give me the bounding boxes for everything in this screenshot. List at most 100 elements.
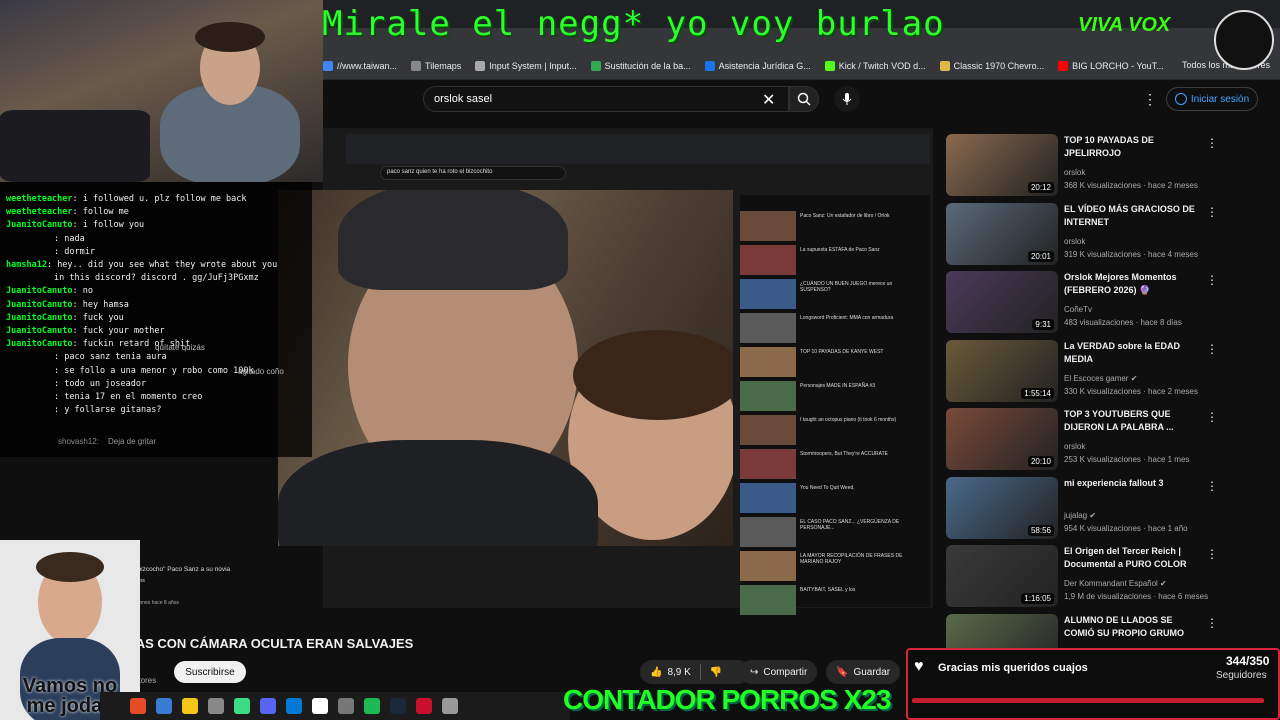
- recommendation-channel[interactable]: Der Kommandant Español ✔: [1064, 579, 1167, 588]
- settings-menu-icon[interactable]: ⋮: [1143, 91, 1157, 108]
- taskbar-app-icon[interactable]: [182, 698, 198, 714]
- channel-logo-icon: [1214, 10, 1274, 70]
- recommendation-thumbnail[interactable]: 20:10: [946, 408, 1058, 470]
- recommendation-title[interactable]: La VERDAD sobre la EDAD MEDIA: [1064, 340, 1204, 366]
- subscribe-button[interactable]: Suscribirse: [174, 661, 246, 683]
- recommendation-item[interactable]: 20:10 TOP 3 YOUTUBERS QUE DIJERON LA PALA…: [946, 408, 1280, 472]
- clear-search-icon[interactable]: ✕: [762, 90, 775, 110]
- recommendation-thumbnail[interactable]: 1:55:14: [946, 339, 1058, 402]
- recommendation-channel[interactable]: orslok: [1064, 442, 1085, 451]
- taskbar-app-icon[interactable]: [130, 698, 146, 714]
- recommendation-item[interactable]: 20:12 TOP 10 PAYADAS DE JPELIRROJO orslok 3…: [946, 134, 1280, 198]
- bookmark-item[interactable]: //www.taiwan...: [323, 60, 397, 71]
- taskbar-app-icon[interactable]: [312, 698, 328, 714]
- bookmark-item[interactable]: Classic 1970 Chevro...: [939, 60, 1044, 71]
- like-dislike-group[interactable]: 👍 8,9 K 👎: [640, 660, 750, 684]
- taskbar-app-icon[interactable]: [416, 698, 432, 714]
- chat-text: : dormir: [54, 246, 95, 257]
- recommendation-title[interactable]: ALUMNO DE LLADOS SE COMIÓ SU PROPIO GRUM…: [1064, 614, 1204, 640]
- recommendation-item[interactable]: 1:16:05 El Origen del Tercer Reich | Docu…: [946, 545, 1280, 609]
- embedded-rec-item: Personajes MADE IN ESPAÑA #3: [740, 381, 930, 411]
- recommendation-item[interactable]: 58:56 mi experiencia fallout 3 jujalag ✔ 95…: [946, 476, 1280, 541]
- bookmark-item[interactable]: Kick / Twitch VOD d...: [824, 60, 926, 71]
- recommendation-thumbnail[interactable]: 58:56: [946, 476, 1058, 539]
- recommendation-thumbnail[interactable]: 20:01: [946, 202, 1058, 265]
- recommendation-channel[interactable]: orslok: [1064, 237, 1085, 246]
- recommendation-title[interactable]: TOP 10 PAYADAS DE JPELIRROJO: [1064, 134, 1204, 160]
- recommendation-item[interactable]: 1:55:14 La VERDAD sobre la EDAD MEDIA El E…: [946, 339, 1280, 404]
- embedded-browser-tabs: [346, 134, 930, 164]
- more-options-icon[interactable]: ⋮: [1206, 547, 1218, 561]
- thumbs-up-icon[interactable]: 👍: [650, 667, 662, 678]
- embedded-rec-title: EL CASO PACO SANZ... ¿VERGÜENZA DE PERSO…: [800, 519, 900, 531]
- taskbar-app-icon[interactable]: [390, 698, 406, 714]
- chat-username: JuanitoCanuto: [6, 286, 73, 297]
- more-options-icon[interactable]: ⋮: [1206, 616, 1218, 630]
- recommendation-channel[interactable]: jujalag ✔: [1064, 511, 1096, 520]
- recommendation-channel[interactable]: CoñeTv: [1064, 305, 1092, 314]
- chat-text: : nada: [54, 233, 85, 244]
- recommendation-item[interactable]: 9:31 Orslok Mejores Momentos (FEBRERO 202…: [946, 271, 1280, 335]
- goal-label: Gracias mis queridos cuajos: [938, 662, 1088, 674]
- save-label: Guardar: [853, 666, 891, 678]
- chat-text: : fuck you: [72, 312, 124, 323]
- share-button[interactable]: ↪ Compartir: [740, 660, 818, 684]
- recommendation-thumbnail[interactable]: 1:16:05: [946, 545, 1058, 607]
- recommendation-channel[interactable]: orslok: [1064, 168, 1085, 177]
- bookmark-item[interactable]: Sustitución de la ba...: [590, 60, 691, 71]
- chat-username: JuanitoCanuto: [6, 220, 73, 231]
- thumbs-down-icon[interactable]: 👎: [710, 667, 722, 678]
- bookmark-item[interactable]: Input System | Input...: [475, 60, 577, 71]
- recommendation-thumbnail[interactable]: 9:31: [946, 271, 1058, 333]
- recommendation-thumbnail[interactable]: 20:12: [946, 134, 1058, 196]
- taskbar-app-icon[interactable]: [442, 698, 458, 714]
- search-input[interactable]: orslok sasel: [423, 86, 789, 112]
- bookmark-item[interactable]: BIG LORCHO - YouT...: [1058, 60, 1164, 71]
- save-button[interactable]: 🔖 Guardar: [826, 660, 901, 684]
- recommendation-title[interactable]: EL VÍDEO MÁS GRACIOSO DE INTERNET: [1064, 203, 1204, 229]
- recommendation-item[interactable]: 20:01 EL VÍDEO MÁS GRACIOSO DE INTERNET or…: [946, 202, 1280, 267]
- taskbar-app-icon[interactable]: [156, 698, 172, 714]
- embedded-recommendations: Paco Sanz: Un estafador de libro / Orlok…: [740, 195, 930, 615]
- recommendation-title[interactable]: Orslok Mejores Momentos (FEBRERO 2026) 🔮: [1064, 271, 1204, 297]
- voice-search-button[interactable]: [834, 86, 860, 112]
- recommendation-meta: 368 K visualizaciones · hace 2 meses: [1064, 181, 1198, 190]
- video-duration: 1:55:14: [1021, 387, 1054, 399]
- embedded-rec-item: I taught an octopus piano (it took 6 mon…: [740, 415, 930, 445]
- recommendation-title[interactable]: mi experiencia fallout 3: [1064, 477, 1204, 490]
- more-options-icon[interactable]: ⋮: [1206, 273, 1218, 287]
- more-options-icon[interactable]: ⋮: [1206, 479, 1218, 493]
- bookmark-item[interactable]: Asistencia Jurídica G...: [704, 60, 811, 71]
- taskbar: [100, 692, 570, 720]
- more-options-icon[interactable]: ⋮: [1206, 136, 1218, 150]
- more-options-icon[interactable]: ⋮: [1206, 410, 1218, 424]
- embedded-rec-item: Longsword Proficient: MMA con armadura: [740, 313, 930, 343]
- taskbar-app-icon[interactable]: [286, 698, 302, 714]
- taskbar-app-icon[interactable]: [234, 698, 250, 714]
- like-count: 8,9 K: [667, 666, 691, 678]
- recommendation-title[interactable]: El Origen del Tercer Reich | Documental …: [1064, 545, 1204, 571]
- recommendation-channel[interactable]: El Escoces gamer ✔: [1064, 374, 1137, 383]
- chat-message: weetheteacher: follow me: [6, 207, 129, 217]
- chat-text: : fuck your mother: [72, 326, 165, 336]
- taskbar-app-icon[interactable]: [364, 698, 380, 714]
- bookmark-item[interactable]: Tilemaps: [411, 60, 461, 71]
- video-frame[interactable]: actualiday: [278, 190, 733, 546]
- recommendation-title[interactable]: TOP 3 YOUTUBERS QUE DIJERON LA PALABRA .…: [1064, 408, 1204, 434]
- embedded-rec-title: Longsword Proficient: MMA con armadura: [800, 315, 894, 321]
- taskbar-app-icon[interactable]: [338, 698, 354, 714]
- search-button[interactable]: [789, 86, 819, 112]
- sign-in-button[interactable]: Iniciar sesión: [1166, 87, 1258, 111]
- more-options-icon[interactable]: ⋮: [1206, 205, 1218, 219]
- more-options-icon[interactable]: ⋮: [1206, 342, 1218, 356]
- bookmark-favicon-icon: [590, 60, 601, 71]
- bookmark-favicon-icon: [475, 60, 486, 71]
- chat-message: : se follo a una menor y robo como 100k: [6, 366, 254, 376]
- embedded-rec-title: LA MAYOR RECOPILACIÓN DE FRASES DE MARIA…: [800, 553, 903, 565]
- taskbar-app-icon[interactable]: [260, 698, 276, 714]
- chat-message: hamsha12: hey.. did you see what they wr…: [6, 260, 277, 270]
- chat-message: : y follarse gitanas?: [6, 405, 161, 415]
- recommendation-meta: 319 K visualizaciones · hace 4 meses: [1064, 249, 1198, 259]
- taskbar-app-icon[interactable]: [208, 698, 224, 714]
- chat-username: hamsha12: [6, 260, 47, 270]
